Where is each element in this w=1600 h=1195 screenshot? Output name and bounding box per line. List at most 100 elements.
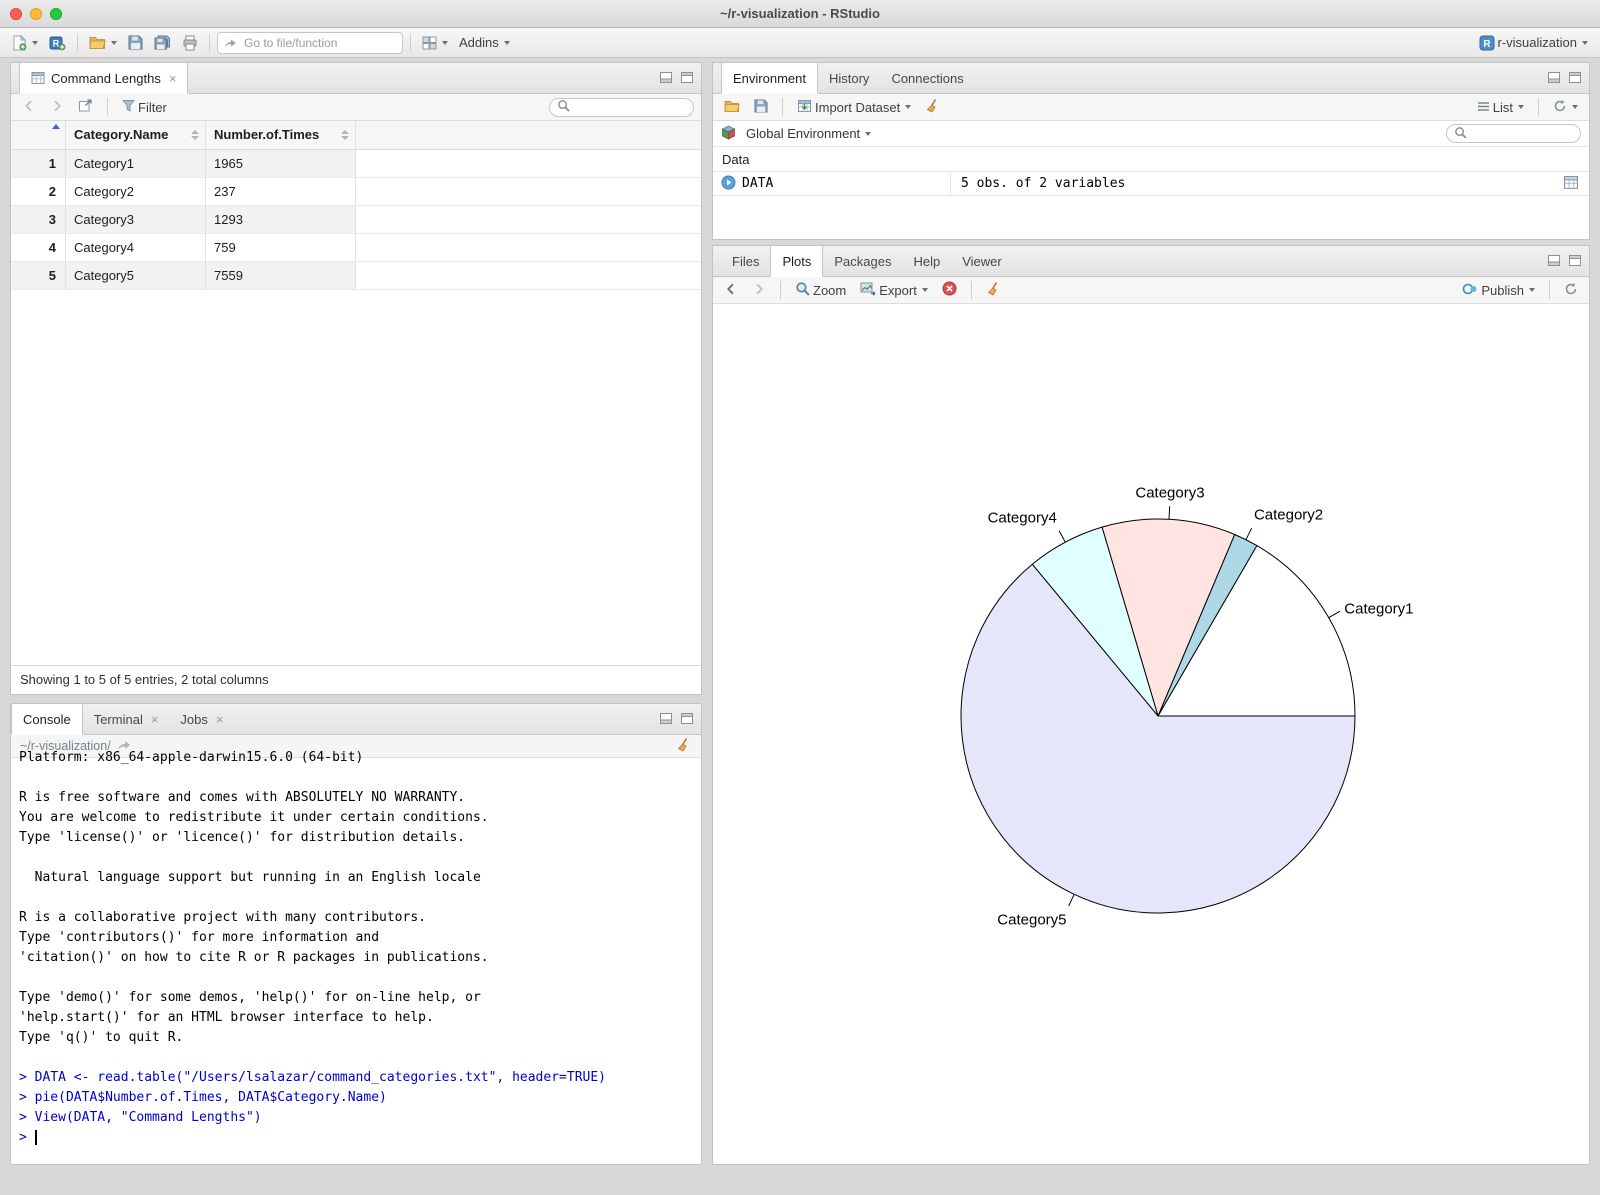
view-object-button[interactable] bbox=[1563, 175, 1589, 193]
import-dataset-label: Import Dataset bbox=[815, 99, 901, 115]
project-icon: R bbox=[1479, 35, 1495, 51]
chevron-down-icon bbox=[921, 288, 928, 292]
popout-button[interactable] bbox=[74, 96, 97, 118]
remove-plot-button[interactable] bbox=[938, 279, 961, 301]
close-tab-icon[interactable]: × bbox=[214, 713, 224, 726]
maximize-pane-icon[interactable] bbox=[1569, 71, 1581, 86]
cell-category-name: Category1 bbox=[66, 150, 206, 177]
tab-connections[interactable]: Connections bbox=[880, 63, 974, 93]
open-folder-icon bbox=[724, 99, 740, 116]
close-tab-icon[interactable]: × bbox=[149, 713, 159, 726]
cell-number-of-times: 759 bbox=[206, 234, 356, 261]
pane-layout-button[interactable] bbox=[418, 34, 452, 52]
data-viewer-tabbar: Command Lengths × bbox=[11, 63, 701, 94]
chevron-down-icon bbox=[32, 40, 38, 45]
tab-label: Environment bbox=[733, 70, 806, 86]
save-button[interactable] bbox=[124, 33, 147, 52]
clear-console-button[interactable] bbox=[676, 737, 692, 756]
row-number: 3 bbox=[11, 206, 66, 233]
new-project-button[interactable]: R bbox=[45, 33, 70, 53]
minimize-pane-icon[interactable] bbox=[1548, 71, 1560, 86]
tab-plots[interactable]: Plots bbox=[770, 246, 824, 277]
minimize-pane-icon[interactable] bbox=[660, 712, 672, 727]
data-viewer-toolbar: Filter bbox=[11, 94, 701, 121]
object-name: DATA bbox=[742, 176, 774, 191]
cell-category-name: Category3 bbox=[66, 206, 206, 233]
table-search-input[interactable] bbox=[574, 99, 686, 115]
svg-text:R: R bbox=[53, 38, 60, 48]
refresh-environment-button[interactable] bbox=[1549, 97, 1582, 118]
new-project-icon: R bbox=[49, 35, 66, 51]
refresh-plot-button[interactable] bbox=[1560, 280, 1582, 301]
filter-label: Filter bbox=[138, 99, 167, 115]
row-number: 4 bbox=[11, 234, 66, 261]
clear-environment-button[interactable] bbox=[921, 96, 945, 119]
environment-object-row[interactable]: DATA 5 obs. of 2 variables bbox=[713, 171, 1589, 196]
tab-packages[interactable]: Packages bbox=[823, 246, 902, 276]
console-output-line: Natural language support but running in … bbox=[19, 870, 481, 885]
save-all-button[interactable] bbox=[150, 33, 175, 53]
list-view-button[interactable]: List bbox=[1473, 98, 1528, 117]
maximize-pane-icon[interactable] bbox=[1569, 254, 1581, 269]
addins-button[interactable]: Addins bbox=[455, 33, 514, 52]
maximize-pane-icon[interactable] bbox=[681, 712, 693, 727]
console-body[interactable]: Platform: x86_64-apple-darwin15.6.0 (64-… bbox=[11, 748, 701, 1148]
tab-jobs[interactable]: Jobs × bbox=[169, 704, 234, 734]
table-row: 2 Category2 237 bbox=[11, 178, 701, 206]
tab-label: Plots bbox=[782, 253, 812, 269]
previous-plot-button[interactable] bbox=[720, 280, 742, 301]
promise-icon[interactable] bbox=[721, 175, 736, 193]
column-header-category-name[interactable]: Category.Name bbox=[66, 121, 206, 149]
project-menu-button[interactable]: R r-visualization bbox=[1475, 33, 1592, 53]
zoom-plot-button[interactable]: Zoom bbox=[791, 279, 850, 301]
column-header-number-of-times[interactable]: Number.of.Times bbox=[206, 121, 356, 149]
scope-label: Global Environment bbox=[746, 126, 861, 141]
tab-help[interactable]: Help bbox=[902, 246, 951, 276]
environment-search-input[interactable] bbox=[1471, 125, 1570, 142]
environment-pane: Environment History Connections Import D… bbox=[712, 62, 1590, 240]
maximize-pane-icon[interactable] bbox=[681, 71, 693, 86]
open-file-button[interactable] bbox=[85, 33, 121, 52]
sort-icon bbox=[191, 130, 199, 140]
cell-number-of-times: 237 bbox=[206, 178, 356, 205]
pie-label-tick bbox=[1245, 527, 1253, 540]
minimize-pane-icon[interactable] bbox=[660, 71, 672, 86]
table-row: 5 Category5 7559 bbox=[11, 262, 701, 290]
back-button[interactable] bbox=[18, 97, 40, 118]
import-dataset-button[interactable]: Import Dataset bbox=[793, 97, 915, 118]
new-file-button[interactable] bbox=[8, 33, 42, 53]
tab-command-lengths[interactable]: Command Lengths × bbox=[19, 63, 189, 94]
dataframe-icon bbox=[31, 71, 45, 85]
publish-button[interactable]: Publish bbox=[1458, 280, 1539, 301]
clear-all-plots-button[interactable] bbox=[982, 279, 1006, 302]
cell-number-of-times: 1293 bbox=[206, 206, 356, 233]
object-description: 5 obs. of 2 variables bbox=[961, 176, 1126, 191]
tab-environment[interactable]: Environment bbox=[721, 63, 818, 94]
environment-scope-button[interactable]: Global Environment bbox=[742, 124, 875, 143]
goto-file-input[interactable] bbox=[242, 34, 401, 51]
chevron-down-icon bbox=[442, 40, 448, 45]
load-workspace-button[interactable] bbox=[720, 97, 744, 118]
export-label: Export bbox=[879, 282, 917, 298]
forward-button[interactable] bbox=[46, 97, 68, 118]
next-plot-button[interactable] bbox=[748, 280, 770, 301]
print-button[interactable] bbox=[178, 33, 202, 53]
tab-terminal[interactable]: Terminal × bbox=[83, 704, 170, 734]
close-tab-icon[interactable]: × bbox=[167, 72, 177, 85]
tab-console[interactable]: Console bbox=[11, 704, 83, 735]
save-workspace-button[interactable] bbox=[750, 97, 772, 118]
tab-viewer[interactable]: Viewer bbox=[951, 246, 1013, 276]
back-icon bbox=[22, 99, 36, 116]
filter-button[interactable]: Filter bbox=[118, 97, 171, 117]
minimize-pane-icon[interactable] bbox=[1548, 254, 1560, 269]
console-output-line: R is a collaborative project with many c… bbox=[19, 910, 426, 925]
console-input-line: > DATA <- read.table("/Users/lsalazar/co… bbox=[19, 1070, 606, 1085]
tab-files[interactable]: Files bbox=[721, 246, 770, 276]
save-all-icon bbox=[154, 35, 171, 51]
cell-category-name: Category4 bbox=[66, 234, 206, 261]
export-plot-button[interactable]: Export bbox=[856, 279, 932, 301]
row-number-header[interactable] bbox=[11, 121, 66, 149]
pie-label-Category5: Category5 bbox=[997, 912, 1066, 929]
tab-history[interactable]: History bbox=[818, 63, 880, 93]
